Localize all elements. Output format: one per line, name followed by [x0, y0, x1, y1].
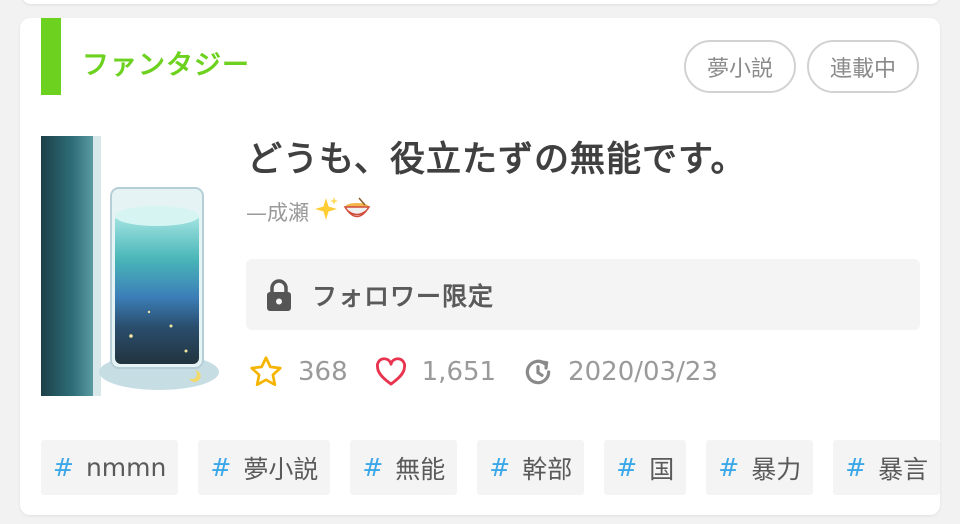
ramen-emoji: [343, 196, 371, 230]
sparkles-emoji: [313, 196, 339, 230]
star-count[interactable]: 368: [248, 354, 348, 390]
like-count[interactable]: 1,651: [374, 355, 496, 389]
follower-only-notice: フォロワー限定: [246, 259, 920, 330]
cover-image[interactable]: [41, 136, 225, 396]
star-count-value: 368: [298, 357, 348, 387]
updated-date-value: 2020/03/23: [568, 357, 718, 387]
badge-dream-novel: 夢小説: [683, 40, 796, 93]
history-icon: [525, 359, 551, 385]
novel-card[interactable]: ファンタジー 夢小説 連載中 どうも、役立たずの無能です。 — 成瀬 フォロワー…: [20, 18, 940, 515]
badge-serializing: 連載中: [806, 40, 919, 93]
tag-label: 夢小説: [243, 454, 319, 484]
tag-label: 幹部: [522, 454, 573, 484]
author-line[interactable]: — 成瀬: [246, 196, 371, 230]
novel-title[interactable]: どうも、役立たずの無能です。: [247, 138, 746, 182]
author-prefix: —: [246, 201, 267, 225]
tag-label: 暴力: [751, 454, 802, 484]
tag-label: 無能: [395, 454, 446, 484]
genre-bar: [41, 18, 61, 95]
tag-label: 暴言: [878, 454, 929, 484]
author-name: 成瀬: [267, 201, 309, 225]
tag-list: # nmmn # 夢小説 # 無能 # 幹部 # 国 # 暴力 # 暴言: [41, 440, 940, 495]
follower-only-label: フォロワー限定: [312, 281, 495, 311]
hash-icon: #: [845, 453, 867, 482]
badge-group: 夢小説 連載中: [683, 40, 919, 93]
tag-label: 国: [649, 454, 675, 484]
genre-label[interactable]: ファンタジー: [82, 48, 250, 84]
tag-item[interactable]: # nmmn: [41, 440, 179, 495]
tag-label: nmmn: [85, 453, 167, 482]
lock-icon: [267, 278, 291, 311]
hash-icon: #: [616, 453, 638, 482]
heart-icon: [375, 357, 406, 386]
updated-date: 2020/03/23: [522, 356, 718, 388]
stats-row: 368 1,651 2020/03/23: [248, 354, 744, 390]
hash-icon: #: [53, 453, 74, 482]
hash-icon: #: [489, 453, 511, 482]
tag-item[interactable]: # 暴言: [833, 440, 940, 495]
hash-icon: #: [210, 453, 232, 482]
tag-item[interactable]: # 無能: [350, 440, 458, 495]
previous-card[interactable]: [22, 0, 940, 4]
tag-item[interactable]: # 幹部: [477, 440, 585, 495]
star-icon: [250, 356, 282, 387]
like-count-value: 1,651: [421, 357, 497, 387]
hash-icon: #: [362, 453, 384, 482]
hash-icon: #: [718, 453, 740, 482]
tag-item[interactable]: # 夢小説: [198, 440, 331, 495]
tag-item[interactable]: # 暴力: [706, 440, 814, 495]
tag-item[interactable]: # 国: [604, 440, 687, 495]
